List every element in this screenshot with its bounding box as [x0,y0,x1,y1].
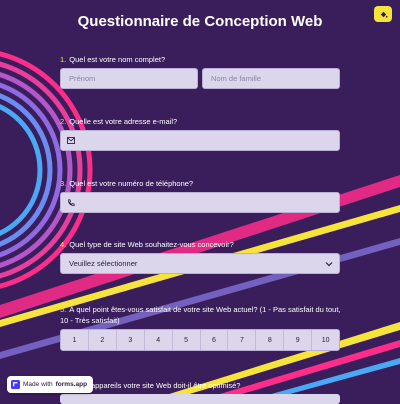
forms-app-logo-icon [11,380,20,389]
site-type-value: Veuillez sélectionner [69,259,138,268]
first-name-placeholder: Prénom [69,74,96,83]
question-4: 4. Quel type de site Web souhaitez-vous c… [60,239,345,250]
question-label: Quel type de site Web souhaitez-vous con… [69,240,234,249]
devices-field[interactable] [60,394,340,404]
envelope-icon [67,137,75,144]
first-name-input[interactable]: Prénom [60,68,198,89]
question-number: 5. [60,305,67,314]
question-6: 6.Quels appareils votre site Web doit-il… [60,380,345,391]
chevron-down-icon [325,261,333,266]
phone-field[interactable] [60,192,340,213]
question-label: Quelle est votre adresse e-mail? [69,117,178,126]
question-number: 3. [60,179,67,188]
question-number: 2. [60,117,67,126]
question-3: 3. Quel est votre numéro de téléphone? [60,178,345,189]
last-name-placeholder: Nom de famille [211,74,262,83]
question-number: 1. [60,55,67,64]
scale-option[interactable]: 6 [201,330,229,350]
badge-prefix: Made with [23,381,53,388]
site-type-select[interactable]: Veuillez sélectionner [60,253,340,274]
scale-option[interactable]: 4 [145,330,173,350]
satisfaction-scale: 1 2 3 4 5 6 7 8 9 10 [60,329,340,351]
theme-button[interactable] [374,6,392,22]
badge-brand: forms.app [55,381,88,388]
scale-option[interactable]: 8 [256,330,285,350]
scale-option[interactable]: 1 [61,330,89,350]
scale-option[interactable]: 5 [173,330,201,350]
scale-option[interactable]: 10 [312,330,339,350]
last-name-input[interactable]: Nom de famille [202,68,340,89]
phone-icon [68,198,75,206]
question-label: Quels appareils votre site Web doit-il ê… [69,381,241,390]
page-title: Questionnaire de Conception Web [77,13,323,30]
question-label: À quel point êtes-vous satisfait de votr… [60,305,341,325]
question-label: Quel est votre numéro de téléphone? [69,179,194,188]
question-1: 1. Quel est votre nom complet? [60,54,345,65]
made-with-badge[interactable]: Made with forms.app [7,376,94,393]
email-field[interactable] [60,130,340,151]
question-5: 5. À quel point êtes-vous satisfait de vo… [60,304,345,326]
scale-option[interactable]: 9 [284,330,313,350]
paint-bucket-icon [380,11,388,18]
question-number: 4. [60,240,67,249]
scale-option[interactable]: 7 [228,330,257,350]
question-2: 2. Quelle est votre adresse e-mail? [60,116,345,127]
question-label: Quel est votre nom complet? [69,55,166,64]
scale-option[interactable]: 3 [117,330,145,350]
scale-option[interactable]: 2 [89,330,117,350]
